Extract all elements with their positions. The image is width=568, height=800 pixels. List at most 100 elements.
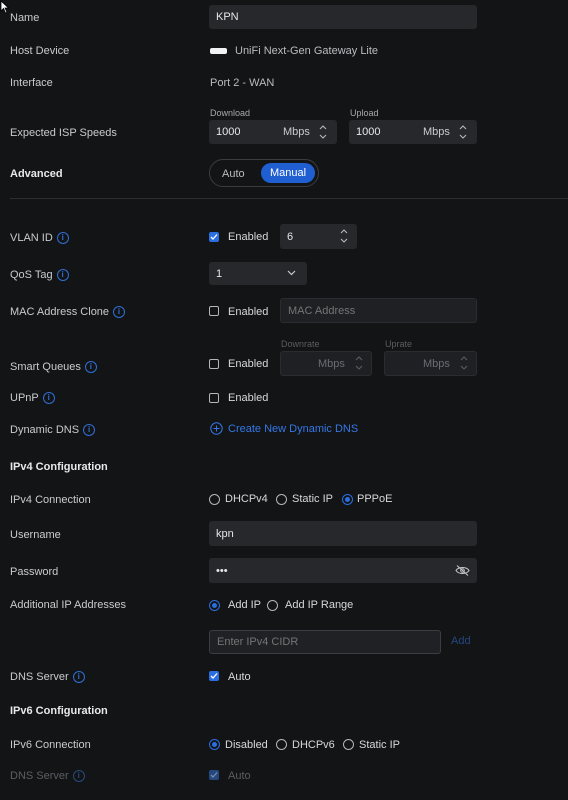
vlan-stepper-icon[interactable] <box>339 226 349 246</box>
info-icon[interactable]: i <box>56 232 69 245</box>
radio-dhcpv4[interactable] <box>209 494 220 505</box>
uprate-stepper-icon <box>460 356 468 370</box>
upnp-label-text: UPnP <box>10 392 39 404</box>
qos-tag-label: QoS Tag i <box>10 269 69 282</box>
radio-add-ip-range-label: Add IP Range <box>285 599 354 611</box>
ipv4-dns-auto-label: Auto <box>228 671 251 683</box>
vlan-enabled-label: Enabled <box>228 231 269 243</box>
radio-static-ip[interactable] <box>276 494 287 505</box>
name-input[interactable]: KPN <box>209 5 477 29</box>
upload-label: Upload <box>350 108 379 118</box>
ipv6-connection-label: IPv6 Connection <box>10 739 91 751</box>
ipv4-dns-server-label: DNS Server i <box>10 671 85 684</box>
info-icon[interactable]: i <box>56 269 69 282</box>
chevron-down-icon <box>287 270 296 276</box>
ipv6-dns-auto-checkbox <box>209 770 219 780</box>
qos-tag-value: 1 <box>216 267 223 280</box>
download-value: 1000 <box>216 126 241 138</box>
radio-dhcpv4-label: DHCPv4 <box>225 493 268 505</box>
advanced-label: Advanced <box>10 168 63 180</box>
section-divider <box>10 198 568 199</box>
host-device-value: UniFi Next-Gen Gateway Lite <box>235 45 379 57</box>
uprate-label: Uprate <box>385 339 413 349</box>
advanced-option-auto[interactable]: Auto <box>222 168 245 180</box>
download-unit: Mbps <box>283 126 310 138</box>
ipv6-dns-server-label: DNS Server i <box>10 770 85 783</box>
create-dynamic-dns-link[interactable]: Create New Dynamic DNS <box>210 422 358 435</box>
device-icon <box>210 48 227 54</box>
radio-ipv6-disabled[interactable] <box>209 739 220 750</box>
password-input[interactable]: ••• <box>209 558 477 583</box>
info-icon[interactable]: i <box>42 392 55 405</box>
uprate-unit: Mbps <box>423 358 450 370</box>
download-stepper-icon[interactable] <box>318 122 328 142</box>
mac-clone-checkbox[interactable] <box>209 306 219 316</box>
isp-speeds-label: Expected ISP Speeds <box>10 127 117 139</box>
ipv6-section-title: IPv6 Configuration <box>10 705 108 717</box>
mac-clone-label: MAC Address Clone i <box>10 306 126 319</box>
radio-ipv6-disabled-label: Disabled <box>225 739 268 751</box>
radio-add-ip-label: Add IP <box>228 599 262 611</box>
additional-ip-label: Additional IP Addresses <box>10 599 126 611</box>
radio-ipv6-static-ip-label: Static IP <box>359 739 400 751</box>
username-label: Username <box>10 529 61 541</box>
upload-stepper-icon[interactable] <box>458 122 468 142</box>
vlan-id-label: VLAN ID i <box>10 232 69 245</box>
radio-pppoe-label: PPPoE <box>357 493 393 505</box>
ipv6-dns-auto-label: Auto <box>228 770 251 782</box>
radio-add-ip-range[interactable] <box>267 600 278 611</box>
info-icon[interactable]: i <box>113 306 126 319</box>
ipv4-connection-label: IPv4 Connection <box>10 494 91 506</box>
upnp-enabled-label: Enabled <box>228 392 269 404</box>
downrate-label: Downrate <box>281 339 320 349</box>
radio-dhcpv6-label: DHCPv6 <box>292 739 335 751</box>
interface-value: Port 2 - WAN <box>210 77 275 89</box>
upnp-checkbox[interactable] <box>209 393 219 403</box>
mac-address-input <box>280 298 477 323</box>
upnp-label: UPnP i <box>10 392 55 405</box>
dynamic-dns-label-text: Dynamic DNS <box>10 424 80 436</box>
interface-label: Interface <box>10 77 53 89</box>
name-label: Name <box>10 12 40 24</box>
vlan-id-value: 6 <box>287 230 294 243</box>
password-label: Password <box>10 566 59 578</box>
smart-queues-label-text: Smart Queues <box>10 361 81 373</box>
radio-pppoe[interactable] <box>342 494 353 505</box>
radio-add-ip[interactable] <box>209 600 220 611</box>
vlan-enabled-checkbox[interactable] <box>209 232 219 242</box>
smart-queues-enabled-label: Enabled <box>228 358 269 370</box>
create-dynamic-dns-label: Create New Dynamic DNS <box>228 422 359 435</box>
ipv4-dns-server-label-text: DNS Server <box>10 671 69 683</box>
mac-clone-label-text: MAC Address Clone <box>10 306 110 318</box>
dynamic-dns-label: Dynamic DNS i <box>10 424 96 437</box>
smart-queues-label: Smart Queues i <box>10 361 97 374</box>
smart-queues-checkbox[interactable] <box>209 359 219 369</box>
info-icon[interactable]: i <box>84 361 97 374</box>
ipv4-cidr-input[interactable] <box>209 630 441 654</box>
advanced-option-manual-label: Manual <box>269 167 307 179</box>
upload-value: 1000 <box>356 126 381 138</box>
qos-tag-label-text: QoS Tag <box>10 269 53 281</box>
info-icon[interactable]: i <box>83 424 96 437</box>
ipv4-section-title: IPv4 Configuration <box>10 461 108 473</box>
ipv6-dns-server-label-text: DNS Server <box>10 770 69 782</box>
upload-unit: Mbps <box>423 126 450 138</box>
mouse-cursor-icon <box>0 0 10 14</box>
info-icon[interactable]: i <box>72 671 85 684</box>
add-cidr-button[interactable]: Add <box>451 635 471 647</box>
downrate-unit: Mbps <box>318 358 345 370</box>
downrate-stepper-icon <box>355 356 363 370</box>
radio-static-ip-label: Static IP <box>292 493 333 505</box>
plus-circle-icon <box>210 422 223 435</box>
vlan-id-label-text: VLAN ID <box>10 232 53 244</box>
info-icon: i <box>72 770 85 783</box>
mac-clone-enabled-label: Enabled <box>228 306 269 318</box>
host-device-label: Host Device <box>10 45 70 57</box>
username-input[interactable]: kpn <box>209 521 477 546</box>
eye-off-icon[interactable] <box>455 565 470 576</box>
advanced-option-manual[interactable]: Manual <box>261 163 315 183</box>
ipv4-dns-auto-checkbox[interactable] <box>209 671 219 681</box>
radio-ipv6-static-ip[interactable] <box>343 739 354 750</box>
download-label: Download <box>210 108 251 118</box>
radio-dhcpv6[interactable] <box>276 739 287 750</box>
